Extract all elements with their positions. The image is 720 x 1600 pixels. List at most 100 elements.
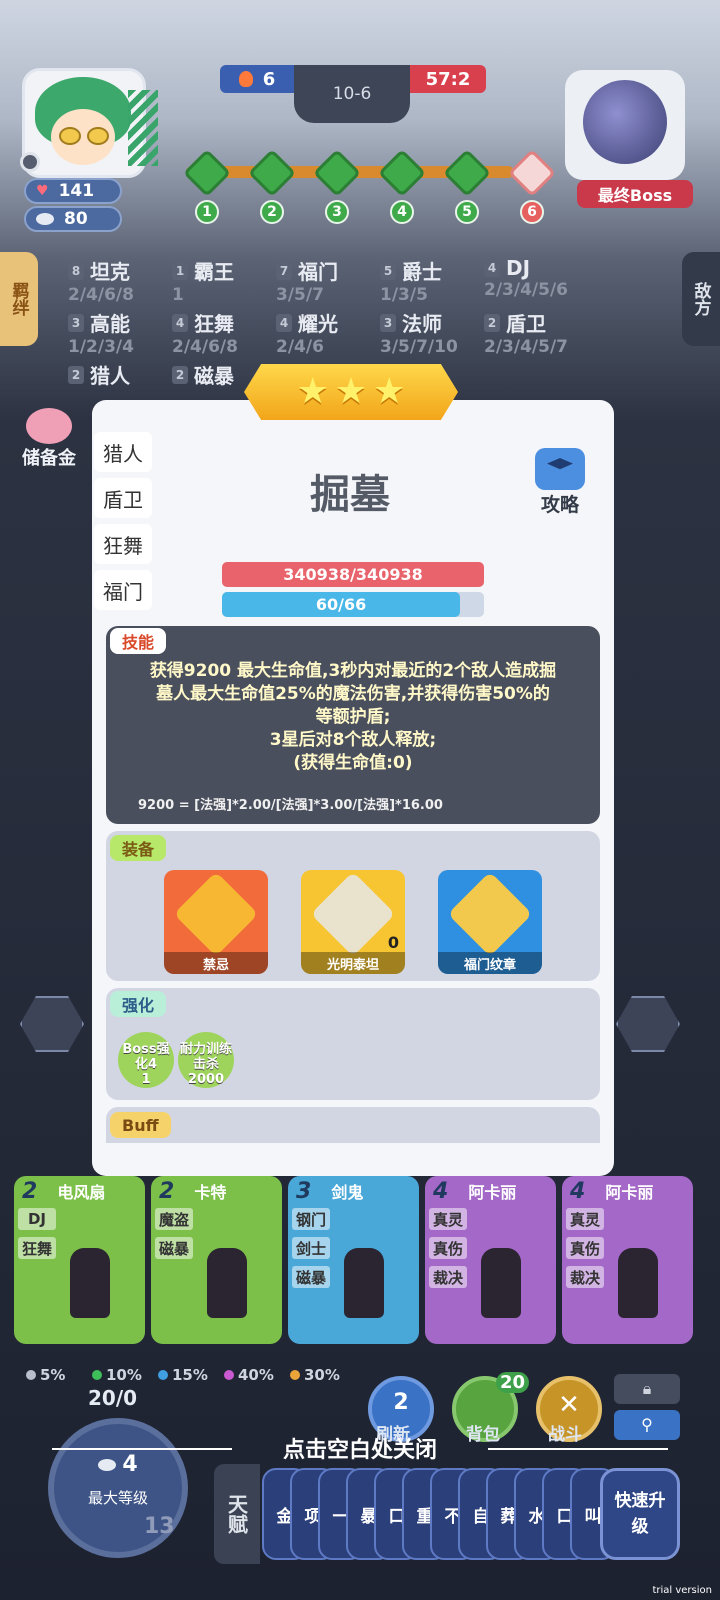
watermark: trial version	[652, 1585, 712, 1596]
hero-figure	[207, 1248, 247, 1318]
equipment-name: 福门纹章	[438, 952, 542, 974]
hero-name: 掘墓	[310, 472, 390, 518]
enhance-tag: 强化	[110, 991, 167, 1017]
trait-item[interactable]: 8 坦克 2/4/6/8	[68, 256, 188, 305]
lock-button[interactable]: 🔒︎	[614, 1374, 680, 1404]
enhancement-item[interactable]: Boss强 化4 1	[118, 1032, 174, 1088]
skill-line: 等额护盾;	[315, 707, 391, 727]
talent-label: 天赋	[214, 1464, 260, 1564]
close-hint[interactable]: 点击空白处关闭	[0, 1432, 720, 1464]
trait-side-tabs: 猎人 盾卫 狂舞 福门	[94, 432, 156, 616]
equipment-icon	[310, 871, 396, 957]
star-icon: ★	[296, 371, 329, 412]
lock-icon: 🔒︎	[642, 1379, 652, 1398]
trait-name: 狂舞	[194, 312, 234, 336]
equipment-name: 禁忌	[164, 952, 268, 974]
trait-item[interactable]: 2 盾卫 2/3/4/5/7	[484, 308, 604, 357]
trait-levels: 3/5/7/10	[380, 337, 458, 357]
hero-trait: 剑士	[292, 1237, 330, 1259]
trait-name: 霸王	[194, 260, 234, 284]
quick-upgrade-button[interactable]: 快速升级	[600, 1468, 680, 1560]
trait-item[interactable]: 4 DJ 2/3/4/5/6	[484, 256, 604, 300]
star-rating: ★ ★ ★	[244, 364, 458, 420]
level-badge: 13	[144, 1514, 175, 1539]
trait-levels: 2/4/6/8	[68, 285, 134, 305]
enhancement-item[interactable]: 耐力训练 击杀 2000	[178, 1032, 234, 1088]
side-tab[interactable]: 狂舞	[94, 524, 152, 564]
tab-traits[interactable]: 羁绊	[0, 252, 38, 346]
hero-trait: 裁决	[429, 1266, 467, 1288]
trait-count: 3	[380, 313, 396, 332]
hero-trait: 裁决	[566, 1266, 604, 1288]
score-right: 57:2	[410, 65, 486, 93]
trait-name: 耀光	[298, 312, 338, 336]
trait-levels: 2/4/6/8	[172, 337, 238, 357]
trait-count: 2	[484, 313, 500, 332]
hero-card[interactable]: 4 阿卡丽 真灵 真伤 裁决	[562, 1176, 693, 1344]
side-tab[interactable]: 猎人	[94, 432, 152, 472]
trait-count: 8	[68, 261, 84, 280]
tab-enemy[interactable]: 敌方	[682, 252, 720, 346]
trait-levels: 2/4/6	[276, 337, 324, 357]
trait-item[interactable]: 7 福门 3/5/7	[276, 256, 396, 305]
heart-icon: ♥	[36, 183, 49, 199]
trait-item[interactable]: 3 高能 1/2/3/4	[68, 308, 188, 357]
side-tab[interactable]: 盾卫	[94, 478, 152, 518]
coin-icon	[36, 213, 54, 225]
hero-card[interactable]: 2 卡特 魔盗 磁暴	[151, 1176, 282, 1344]
odds-dot	[224, 1370, 234, 1380]
guide-button[interactable]: 攻略	[524, 448, 596, 517]
hero-trait: 真灵	[566, 1208, 604, 1230]
shop-odds: 15%	[158, 1366, 208, 1384]
trait-name: DJ	[506, 256, 531, 280]
trait-name: 福门	[298, 260, 338, 284]
hero-trait: 磁暴	[155, 1237, 193, 1259]
hero-card[interactable]: 4 阿卡丽 真灵 真伤 裁决	[425, 1176, 556, 1344]
trait-item[interactable]: 3 法师 3/5/7/10	[380, 308, 500, 357]
stage-number: 5	[455, 200, 479, 224]
hero-cost: 2	[159, 1178, 175, 1204]
trait-levels: 1/2/3/4	[68, 337, 134, 357]
gear-icon[interactable]	[20, 152, 40, 172]
equipment-item[interactable]: 福门纹章	[438, 870, 542, 974]
mana-bar: 60/66	[222, 592, 461, 617]
stage-number: 2	[260, 200, 284, 224]
buff-panel	[106, 1107, 600, 1143]
skill-formula: 9200 = [法强]*2.00/[法强]*3.00/[法强]*16.00	[138, 798, 443, 813]
trait-count: 4	[276, 313, 292, 332]
hero-trait: 真伤	[566, 1237, 604, 1259]
trait-name: 法师	[402, 312, 442, 336]
stage-number: 1	[195, 200, 219, 224]
player-stripe-decor	[128, 90, 158, 166]
exp-counter: 20/0	[88, 1386, 138, 1410]
trait-count: 7	[276, 261, 292, 280]
equip-tag: 装备	[110, 835, 167, 861]
boss-portrait[interactable]	[565, 70, 685, 180]
equipment-name: 光明泰坦	[301, 952, 405, 974]
trait-item[interactable]: 1 霸王 1	[172, 256, 292, 305]
trait-levels: 2/3/4/5/7	[484, 337, 568, 357]
hero-card[interactable]: 2 电风扇 DJ 狂舞	[14, 1176, 145, 1344]
shop-odds: 5%	[26, 1366, 65, 1384]
hero-card[interactable]: 3 剑鬼 钢门 剑士 磁暴	[288, 1176, 419, 1344]
trait-item[interactable]: 2 猎人	[68, 360, 188, 389]
trait-count: 1	[172, 261, 188, 280]
hero-cost: 4	[570, 1178, 586, 1204]
skill-line: 获得9200 最大生命值,3秒内对最近的2个敌人造成掘	[149, 661, 557, 681]
savings-button[interactable]: 储备金	[14, 408, 84, 470]
trait-item[interactable]: 4 狂舞 2/4/6/8	[172, 308, 292, 357]
trait-levels: 1/3/5	[380, 285, 428, 305]
odds-dot	[290, 1370, 300, 1380]
equipment-stack: 0	[387, 933, 399, 952]
graduation-cap-icon	[535, 448, 585, 490]
star-icon: ★	[373, 371, 406, 412]
trait-item[interactable]: 5 爵士 1/3/5	[380, 256, 500, 305]
swords-icon: ✕	[558, 1390, 580, 1420]
hero-trait: 钢门	[292, 1208, 330, 1230]
hero-trait: 真灵	[429, 1208, 467, 1230]
equipment-item[interactable]: 禁忌	[164, 870, 268, 974]
trait-name: 猎人	[90, 364, 130, 388]
trait-item[interactable]: 4 耀光 2/4/6	[276, 308, 396, 357]
side-tab[interactable]: 福门	[94, 570, 152, 610]
equipment-item[interactable]: 0 光明泰坦	[301, 870, 405, 974]
